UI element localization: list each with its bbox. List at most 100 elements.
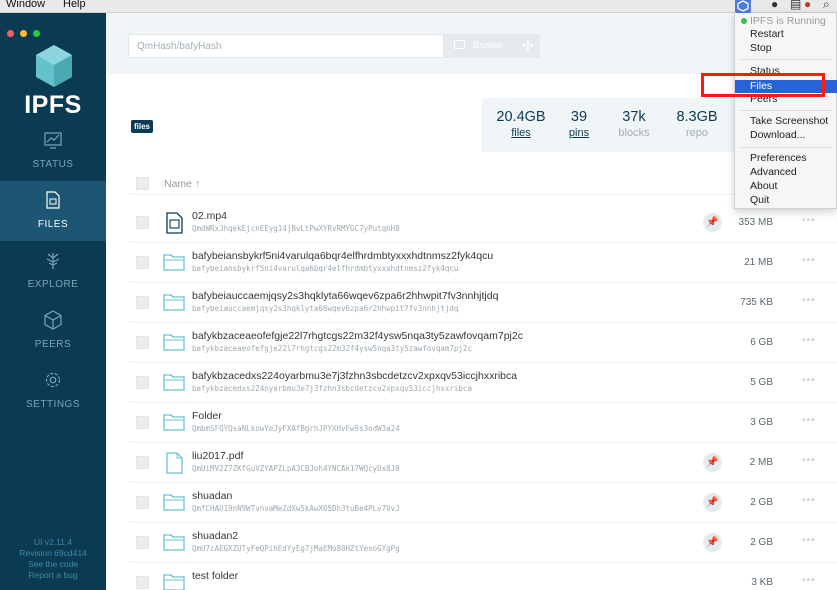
file-name[interactable]: test folder <box>192 570 238 582</box>
row-checkbox[interactable] <box>136 256 149 269</box>
more-options-icon[interactable]: ••• <box>802 335 816 346</box>
pin-icon[interactable]: 📌 <box>703 533 722 552</box>
minimize-window-button[interactable] <box>20 30 27 37</box>
sidebar-item-status[interactable]: STATUS <box>0 121 106 181</box>
pin-icon[interactable]: 📌 <box>703 493 722 512</box>
calendar-tray-icon[interactable]: ▤ <box>790 0 801 11</box>
more-options-icon[interactable]: ••• <box>802 295 816 306</box>
sidebar-item-settings[interactable]: SETTINGS <box>0 361 106 421</box>
sidebar-item-label: FILES <box>37 219 69 230</box>
file-table-header: Name ↑ <box>130 171 837 195</box>
stat-files[interactable]: 20.4GB files <box>494 109 548 140</box>
menu-window[interactable]: Window <box>6 0 45 10</box>
file-row[interactable]: liu2017.pdf QmUiMV2Z7ZKfGuVZYAPZLpA3CBJoh… <box>130 443 837 483</box>
file-size: 2 GB <box>750 537 773 548</box>
row-checkbox[interactable] <box>136 336 149 349</box>
menu-item-restart[interactable]: Restart <box>750 28 784 40</box>
ipfs-tray-menu: IPFS is Running Restart Stop Status File… <box>734 13 837 209</box>
stat-value: 20.4GB <box>496 109 546 125</box>
row-checkbox[interactable] <box>136 496 149 509</box>
more-options-icon[interactable]: ••• <box>802 495 816 506</box>
close-window-button[interactable] <box>7 30 14 37</box>
file-name[interactable]: 02.mp4 <box>192 210 227 222</box>
ipfs-status-text: IPFS is Running <box>750 15 826 27</box>
menu-item-preferences[interactable]: Preferences <box>750 152 807 164</box>
row-checkbox[interactable] <box>136 216 149 229</box>
file-row[interactable]: Folder QmbmSFQYQsaNLkowYeJyFXAfBgrhJPYXHv… <box>130 403 837 443</box>
more-options-icon[interactable]: ••• <box>802 255 816 266</box>
file-size: 2 GB <box>750 497 773 508</box>
file-hash: QmU7cAEGXZUTyFeQPihEdYyEg7jMaEMo88HZtYes… <box>192 544 400 553</box>
file-size: 353 MB <box>738 217 773 228</box>
more-options-icon[interactable]: ••• <box>802 575 816 586</box>
revision-link[interactable]: Revision 69cd414 <box>0 548 106 559</box>
file-row[interactable]: bafybeiansbykrf5ni4varulqa6bqr4elfhrdmbt… <box>130 243 837 283</box>
row-checkbox[interactable] <box>136 456 149 469</box>
file-row[interactable]: test folder 3 KB ••• <box>130 563 837 590</box>
zoom-window-button[interactable] <box>33 30 40 37</box>
sidebar-item-peers[interactable]: PEERS <box>0 301 106 361</box>
more-options-icon[interactable]: ••• <box>802 535 816 546</box>
more-options-icon[interactable]: ••• <box>802 415 816 426</box>
more-options-icon[interactable]: ••• <box>802 375 816 386</box>
pin-icon[interactable]: 📌 <box>703 453 722 472</box>
brand-wordmark: IPFS <box>24 91 82 119</box>
file-row[interactable]: bafykbzaceaeofefgje22l7rhgtcgs22m32f4ysw… <box>130 323 837 363</box>
menu-item-about[interactable]: About <box>750 180 777 192</box>
sort-by-name-header[interactable]: Name ↑ <box>164 178 200 190</box>
app-tray-icon[interactable]: ● <box>804 0 811 11</box>
settings-gear-icon <box>45 372 61 388</box>
hash-search-input[interactable]: QmHash/bafyHash <box>128 34 444 58</box>
row-checkbox[interactable] <box>136 296 149 309</box>
folder-icon <box>163 372 185 397</box>
report-bug-link[interactable]: Report a bug <box>0 570 106 581</box>
ipfs-logo-icon <box>36 45 72 87</box>
stat-label[interactable]: pins <box>564 126 594 140</box>
sidebar-item-label: SETTINGS <box>25 399 80 410</box>
file-name[interactable]: bafykbzacedxs224oyarbmu3e7j3fzhn3sbcdetz… <box>192 370 517 382</box>
stat-value: 8.3GB <box>676 109 718 125</box>
search-options-icon[interactable]: ✢ <box>516 34 540 58</box>
stat-value: 39 <box>570 109 588 125</box>
menu-item-stop[interactable]: Stop <box>750 42 772 54</box>
file-name[interactable]: bafybeiansbykrf5ni4varulqa6bqr4elfhrdmbt… <box>192 250 493 262</box>
file-name[interactable]: bafybeiauccaemjqsy2s3hqklyta66wqev6zpa6r… <box>192 290 498 302</box>
menu-help[interactable]: Help <box>63 0 86 10</box>
folder-icon <box>163 412 185 437</box>
file-row[interactable]: bafybeiauccaemjqsy2s3hqklyta66wqev6zpa6r… <box>130 283 837 323</box>
file-row[interactable]: shuadan QmfCHAU19nN9WTvnvaMeZdXw5kAwX65Dh… <box>130 483 837 523</box>
wechat-tray-icon[interactable]: ● <box>771 0 778 11</box>
row-checkbox[interactable] <box>136 376 149 389</box>
menu-item-download[interactable]: Download... <box>750 129 805 141</box>
stat-label[interactable]: files <box>494 126 548 140</box>
sidebar-item-files[interactable]: FILES <box>0 181 106 241</box>
file-name[interactable]: shuadan <box>192 490 232 502</box>
breadcrumb-root[interactable]: files <box>131 120 154 133</box>
file-name[interactable]: liu2017.pdf <box>192 450 243 462</box>
file-row[interactable]: 02.mp4 QmdWRxJhqekEjcnEEyg14jBvLtPwXYRvRM… <box>130 203 837 243</box>
see-code-link[interactable]: See the code <box>0 559 106 570</box>
stat-pins[interactable]: 39 pins <box>564 109 594 140</box>
row-checkbox[interactable] <box>136 536 149 549</box>
file-row[interactable]: shuadan2 QmU7cAEGXZUTyFeQPihEdYyEg7jMaEMo… <box>130 523 837 563</box>
pin-icon[interactable]: 📌 <box>703 213 722 232</box>
file-size: 3 GB <box>750 417 773 428</box>
file-name[interactable]: Folder <box>192 410 222 422</box>
file-hash: bafybeiansbykrf5ni4varulqa6bqr4elfhrdmbt… <box>192 264 459 273</box>
file-name[interactable]: shuadan2 <box>192 530 238 542</box>
menu-item-take-screenshot[interactable]: Take Screenshot <box>750 115 828 127</box>
spotlight-icon[interactable]: ⌕ <box>823 0 830 12</box>
sidebar-item-explore[interactable]: EXPLORE <box>0 241 106 301</box>
file-hash: QmbmSFQYQsaNLkowYeJyFXAfBgrhJPYXHvFw9s3o… <box>192 424 400 433</box>
menu-item-quit[interactable]: Quit <box>750 194 769 206</box>
more-options-icon[interactable]: ••• <box>802 455 816 466</box>
row-checkbox[interactable] <box>136 416 149 429</box>
ipfs-tray-icon[interactable] <box>735 0 751 13</box>
more-options-icon[interactable]: ••• <box>802 215 816 226</box>
menu-item-advanced[interactable]: Advanced <box>750 166 797 178</box>
file-row[interactable]: bafykbzacedxs224oyarbmu3e7j3fzhn3sbcdetz… <box>130 363 837 403</box>
row-checkbox[interactable] <box>136 576 149 589</box>
file-name[interactable]: bafykbzaceaeofefgje22l7rhgtcgs22m32f4ysw… <box>192 330 523 342</box>
file-hash: bafykbzaceaeofefgje22l7rhgtcgs22m32f4ysw… <box>192 344 472 353</box>
select-all-checkbox[interactable] <box>136 177 149 190</box>
